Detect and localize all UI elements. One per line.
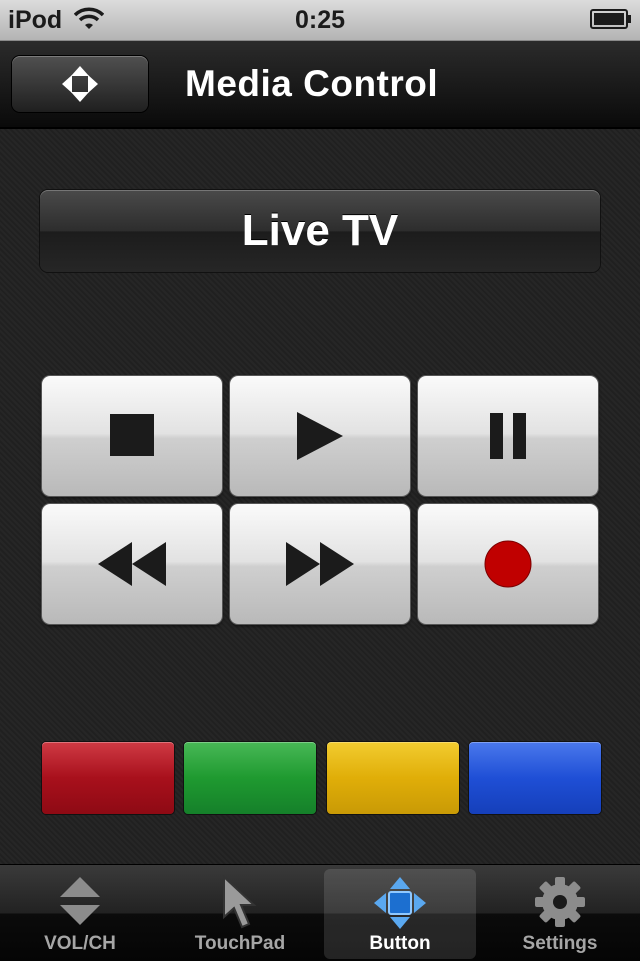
- play-button[interactable]: [230, 376, 410, 496]
- four-arrows-icon: [62, 66, 98, 102]
- tab-label: VOL/CH: [44, 933, 116, 954]
- green-button[interactable]: [184, 742, 316, 814]
- clock: 0:25: [294, 6, 346, 34]
- pause-button[interactable]: [418, 376, 598, 496]
- tab-label: Settings: [522, 933, 598, 954]
- up-down-arrows-icon: [60, 877, 100, 925]
- navigation-bar: Media Control: [0, 41, 640, 129]
- live-tv-button[interactable]: Live TV: [40, 190, 600, 272]
- tab-label: Button: [369, 933, 431, 954]
- battery-icon: [590, 9, 631, 29]
- record-icon: [484, 540, 532, 588]
- cursor-arrow-icon: [223, 875, 257, 929]
- nav-menu-button[interactable]: [12, 56, 148, 112]
- tab-label: TouchPad: [194, 933, 286, 954]
- fast-forward-button[interactable]: [230, 504, 410, 624]
- status-bar: iPod 0:25: [0, 0, 640, 41]
- yellow-button[interactable]: [327, 742, 459, 814]
- tab-button[interactable]: Button: [324, 869, 476, 959]
- gear-icon: [535, 877, 585, 927]
- tab-vol-ch[interactable]: VOL/CH: [4, 869, 156, 959]
- fast-forward-icon: [286, 542, 354, 586]
- page-title: Media Control: [185, 63, 439, 104]
- red-button[interactable]: [42, 742, 174, 814]
- stop-button[interactable]: [42, 376, 222, 496]
- pause-icon: [490, 413, 526, 459]
- direction-pad-icon: [374, 877, 426, 929]
- record-button[interactable]: [418, 504, 598, 624]
- stop-icon: [110, 414, 154, 456]
- play-icon: [297, 412, 343, 460]
- rewind-button[interactable]: [42, 504, 222, 624]
- rewind-icon: [98, 542, 166, 586]
- blue-button[interactable]: [469, 742, 601, 814]
- tab-settings[interactable]: Settings: [484, 869, 636, 959]
- tab-touchpad[interactable]: TouchPad: [164, 869, 316, 959]
- tab-bar: VOL/CH TouchPad Button Settings: [0, 864, 640, 961]
